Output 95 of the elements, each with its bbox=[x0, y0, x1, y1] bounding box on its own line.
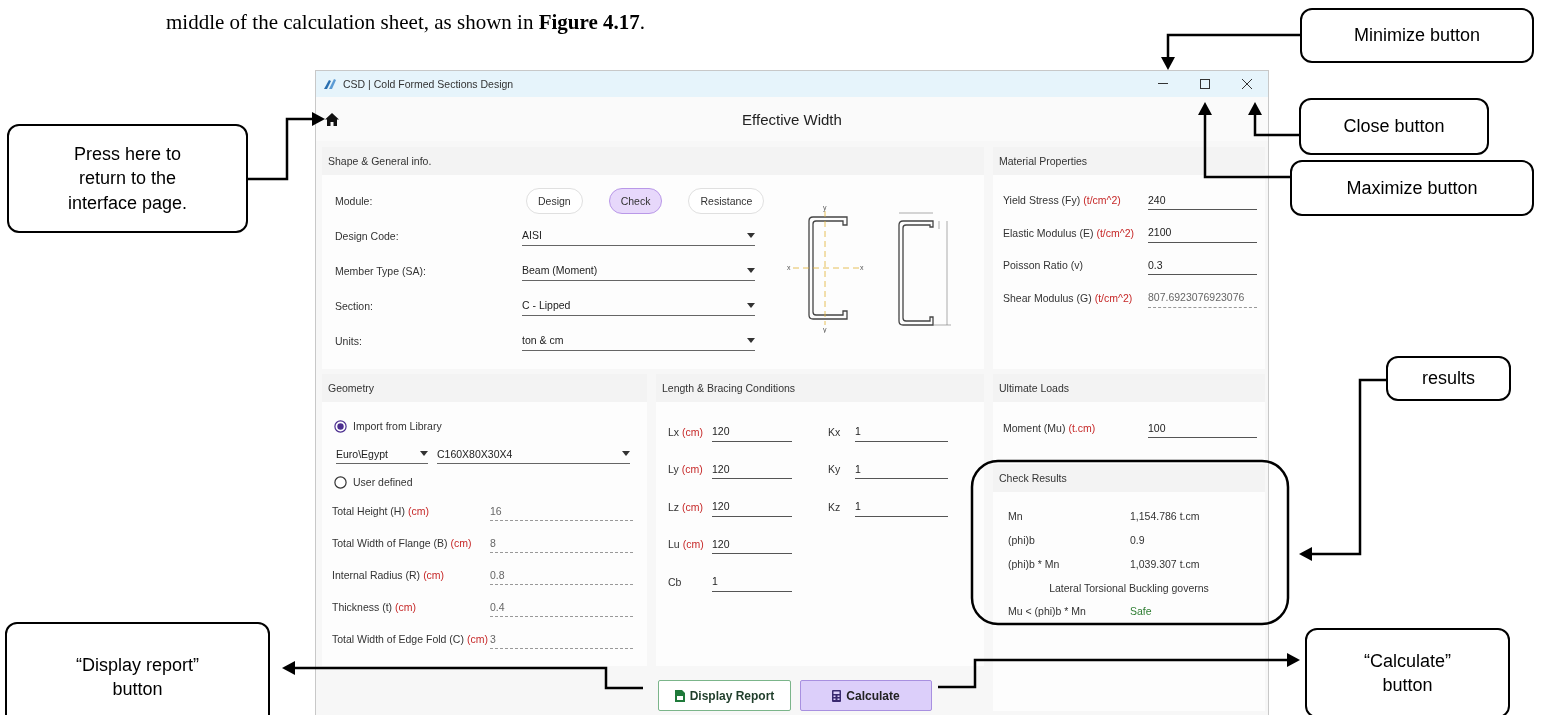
callout-text: results bbox=[1422, 367, 1475, 391]
input-field[interactable]: 2100 bbox=[1148, 222, 1257, 243]
field-label: Cb bbox=[668, 575, 683, 588]
field-label: Moment (Mu) (t.cm) bbox=[1003, 422, 1097, 434]
field-label: Design Code: bbox=[335, 229, 400, 242]
input-field[interactable]: 120 bbox=[712, 459, 792, 480]
dropdown[interactable]: C - Lipped bbox=[522, 295, 755, 316]
calculator-icon bbox=[832, 689, 842, 702]
field-label: Elastic Modulus (E) (t/cm^2) bbox=[1003, 226, 1136, 239]
field-label: Ly (cm) bbox=[668, 463, 704, 476]
section-title: Check Results bbox=[999, 472, 1067, 484]
field-label: Thickness (t) (cm) bbox=[332, 601, 418, 613]
caret-icon bbox=[622, 451, 630, 456]
result-note: Lateral Torsional Buckling governs bbox=[1049, 581, 1209, 594]
result-label: Mn bbox=[1008, 510, 1024, 522]
section-title: Ultimate Loads bbox=[999, 382, 1070, 394]
close-icon bbox=[1242, 79, 1252, 89]
field-label: Kx bbox=[828, 425, 842, 438]
dropdown[interactable]: C160X80X30X4 bbox=[437, 444, 630, 464]
dropdown[interactable]: ton & cm bbox=[522, 330, 755, 351]
section-title: Shape & General info. bbox=[328, 155, 432, 167]
radio-button[interactable] bbox=[334, 475, 347, 489]
field-label: Member Type (SA): bbox=[335, 264, 427, 277]
dropdown[interactable]: AISI bbox=[522, 225, 755, 246]
input-field[interactable]: 120 bbox=[712, 496, 792, 517]
section-title: Material Properties bbox=[999, 155, 1088, 167]
field-label: Section: bbox=[335, 299, 374, 312]
radio-button[interactable] bbox=[334, 419, 347, 433]
display-report-button[interactable]: Display Report bbox=[658, 680, 791, 711]
module-toggle[interactable]: Check bbox=[608, 187, 663, 214]
body-text: middle of the calculation sheet, as shown in Figure 4.17. bbox=[166, 10, 646, 35]
window-title: CSD | Cold Formed Sections Design bbox=[343, 78, 515, 90]
callout-text: Close button bbox=[1343, 115, 1445, 139]
field-label: Lu (cm) bbox=[668, 538, 705, 551]
result-value: 1,039.307 t.cm bbox=[1130, 558, 1200, 570]
callout-text: “Calculate” button bbox=[1363, 649, 1452, 697]
field-label: Total Width of Flange (B) (cm) bbox=[332, 537, 473, 549]
radio-label: User defined bbox=[353, 476, 413, 488]
input-field[interactable]: 240 bbox=[1148, 190, 1257, 211]
module-toggle[interactable]: Resistance bbox=[688, 187, 765, 214]
input-field[interactable]: 8 bbox=[490, 533, 633, 553]
caret-icon bbox=[747, 302, 755, 308]
input-field[interactable]: 1 bbox=[712, 571, 792, 592]
result-label: Mu < (phi)b * Mn bbox=[1008, 605, 1087, 617]
caret-icon bbox=[747, 232, 755, 238]
input-field[interactable]: 100 bbox=[1148, 418, 1257, 438]
input-field[interactable]: 120 bbox=[712, 421, 792, 442]
field-label: Lz (cm) bbox=[668, 500, 705, 513]
input-field[interactable]: 0.3 bbox=[1148, 255, 1257, 276]
result-label: (phi)b * Mn bbox=[1008, 558, 1061, 570]
section-title: Length & Bracing Conditions bbox=[662, 382, 796, 394]
input-field[interactable]: 1 bbox=[855, 421, 948, 442]
field-label: Total Width of Edge Fold (C) (cm) bbox=[332, 633, 489, 645]
caret-icon bbox=[747, 337, 755, 343]
input-field[interactable]: 3 bbox=[490, 629, 633, 649]
field-label: Module: bbox=[335, 194, 374, 207]
field-label: Total Height (H) (cm) bbox=[332, 505, 430, 517]
dropdown[interactable]: Beam (Moment) bbox=[522, 260, 755, 281]
input-field[interactable]: 0.8 bbox=[490, 565, 633, 585]
module-toggle[interactable]: Design bbox=[526, 187, 583, 214]
radio-label: Import from Library bbox=[353, 420, 442, 432]
callout-text: Press here to return to the interface page. bbox=[66, 143, 189, 215]
field-label: Internal Radius (R) (cm) bbox=[332, 569, 446, 581]
input-field[interactable]: 1 bbox=[855, 459, 948, 480]
calculate-button[interactable]: Calculate bbox=[800, 680, 932, 711]
section-title: Geometry bbox=[328, 382, 375, 394]
page-title: Effective Width bbox=[742, 110, 842, 128]
field-label: Units: bbox=[335, 334, 363, 347]
input-field[interactable]: 1 bbox=[855, 496, 948, 517]
result-label: (phi)b bbox=[1008, 534, 1036, 546]
home-button[interactable] bbox=[325, 112, 339, 126]
input-field[interactable]: 0.4 bbox=[490, 597, 633, 617]
input-field[interactable]: 807.6923076923076 bbox=[1148, 287, 1257, 308]
result-value: 1,154.786 t.cm bbox=[1130, 510, 1200, 522]
field-label: Lx (cm) bbox=[668, 425, 705, 438]
field-label: Yield Stress (Fy) (t/cm^2) bbox=[1003, 194, 1122, 207]
minimize-icon bbox=[1158, 83, 1168, 85]
caret-icon bbox=[420, 451, 428, 456]
callout-text: Minimize button bbox=[1353, 24, 1481, 48]
app-logo-icon bbox=[323, 78, 337, 90]
field-label: Kz bbox=[828, 500, 842, 513]
home-icon bbox=[325, 112, 339, 126]
result-status: Safe bbox=[1130, 605, 1152, 617]
callout-text: Maximize button bbox=[1346, 176, 1478, 200]
maximize-icon bbox=[1200, 79, 1210, 89]
field-label: Poisson Ratio (v) bbox=[1003, 259, 1084, 272]
input-field[interactable]: 16 bbox=[490, 501, 633, 521]
field-label: Shear Modulus (G) (t/cm^2) bbox=[1003, 291, 1134, 304]
callout-text: “Display report” button bbox=[75, 653, 200, 701]
input-field[interactable]: 120 bbox=[712, 534, 792, 555]
dropdown[interactable]: Euro\Egypt bbox=[336, 444, 428, 464]
document-icon bbox=[674, 689, 685, 702]
caret-icon bbox=[747, 267, 755, 273]
field-label: Ky bbox=[828, 463, 842, 476]
result-value: 0.9 bbox=[1130, 534, 1145, 546]
